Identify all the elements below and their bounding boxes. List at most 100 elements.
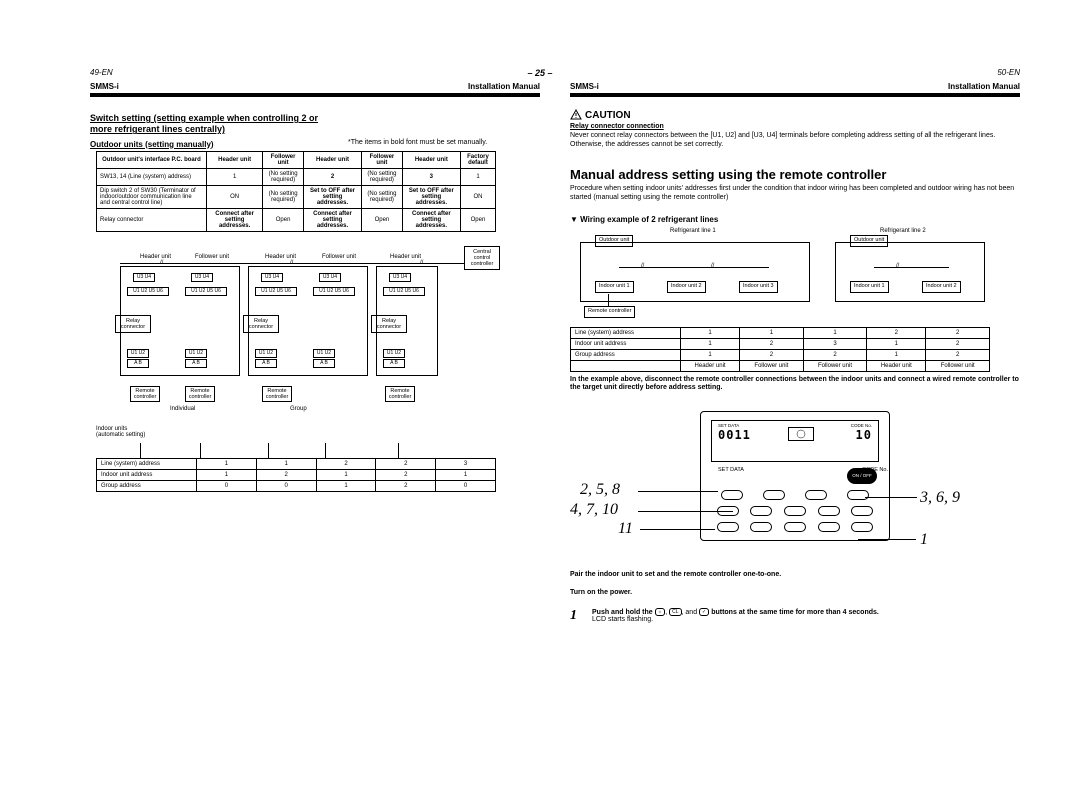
terminal-box: A B (255, 359, 277, 368)
wiring-group: Outdoor unit Indoor unit 1 Indoor unit 2… (580, 242, 810, 302)
outdoor-unit-box: Outdoor unit (595, 235, 633, 247)
unit-group: U3 U4 U1 U2 U5 U6 U3 U4 U1 U2 U5 U6 Rela… (120, 266, 240, 376)
example-note: In the example above, disconnect the rem… (570, 376, 1020, 393)
caution-subtitle: Relay connector connection (570, 123, 664, 130)
pair-note: Pair the indoor unit to set and the remo… (570, 571, 1020, 579)
addr-cell: 0 (197, 480, 257, 491)
addr-label: Line (system) address (97, 458, 197, 469)
step-1: 1 Push and hold the ☼, CL, and ✓ buttons… (570, 608, 1020, 624)
terminal-box: A B (313, 359, 335, 368)
settings-cell: Open (263, 208, 303, 231)
relay-connector-box: Relay connector (115, 315, 151, 333)
remote-btn (847, 490, 869, 500)
remote-box: Remote controller (385, 386, 415, 402)
remote-btn (818, 506, 840, 516)
addr-cell: Follower unit (803, 360, 867, 371)
remote-btn (750, 506, 772, 516)
callout-c: 11 (618, 520, 633, 538)
right-section-body: Procedure when setting indoor units' add… (570, 185, 1020, 203)
settings-cell: 1 (206, 168, 262, 185)
table-row: Header unitFollower unitFollower unitHea… (571, 360, 990, 371)
settings-row: Dip switch 2 of SW30 (Terminator of indo… (97, 185, 496, 208)
settings-hdr: Header unit (402, 151, 460, 168)
settings-cell: (No setting required) (263, 168, 303, 185)
settings-cell: (No setting required) (362, 168, 402, 185)
remote-box: Remote controller (185, 386, 215, 402)
callout-e: 1 (920, 531, 928, 549)
addr-cell: 2 (926, 327, 990, 338)
remote-btn (721, 490, 743, 500)
terminal-box: U3 U4 (319, 273, 341, 282)
addr-cell: 1 (867, 338, 926, 349)
settings-cell: Connect after setting addresses. (402, 208, 460, 231)
manual-label: Installation Manual (948, 82, 1020, 91)
caution-text: CAUTION (585, 110, 631, 121)
settings-row: SW13, 14 (Line (system) address) 1 (No s… (97, 168, 496, 185)
addr-cell: 1 (316, 480, 376, 491)
remote-btn (784, 506, 806, 516)
onoff-button: ON / OFF (852, 473, 872, 478)
lcd-left-value: 0011 (718, 428, 751, 442)
indoor-unit-box: Indoor unit 1 (595, 281, 634, 293)
remote-btn (805, 490, 827, 500)
addr-cell: 2 (376, 469, 436, 480)
terminal-box: U1 U2 (313, 349, 335, 358)
wiring-subtitle: ▼ Wiring example of 2 refrigerant lines (570, 215, 1020, 224)
addr-cell: 2 (867, 327, 926, 338)
caution-paragraph: Never connect relay connectors between t… (570, 132, 995, 148)
addr-cell: 1 (803, 327, 867, 338)
indoor-unit-box: Indoor unit 3 (739, 281, 778, 293)
addr-cell: 1 (256, 458, 316, 469)
settings-hdr: Follower unit (362, 151, 402, 168)
terminal-box: U1 U2 U5 U6 (185, 287, 227, 296)
settings-cell: Open (362, 208, 402, 231)
unit-label: Follower unit (322, 254, 356, 260)
terminal-box: U1 U2 U5 U6 (255, 287, 297, 296)
remote-btn (784, 522, 806, 532)
addr-label: Group address (97, 480, 197, 491)
terminal-box: A B (127, 359, 149, 368)
indoor-note: Indoor units (automatic setting) (96, 426, 145, 439)
button-icon: ✓ (699, 608, 709, 616)
callout-d: 3, 6, 9 (920, 489, 960, 507)
refrigerant-label: Refrigerant line 1 (670, 228, 716, 234)
settings-cell: 3 (402, 168, 460, 185)
unit-label: Header unit (140, 254, 171, 260)
left-section-title: Switch setting (setting example when con… (90, 113, 330, 136)
settings-cell: Set to OFF after setting addresses. (303, 185, 361, 208)
table-row: Group address 0 0 1 2 0 (97, 480, 496, 491)
terminal-box: U1 U2 (185, 349, 207, 358)
remote-btn (717, 522, 739, 532)
terminal-box: U3 U4 (261, 273, 283, 282)
table-row: Group address12212 (571, 349, 990, 360)
addr-cell: 1 (436, 469, 496, 480)
lcd-right-value: 10 (851, 428, 872, 442)
button-icon: CL (669, 608, 681, 616)
addr-cell: 2 (256, 469, 316, 480)
addr-cell: 1 (867, 349, 926, 360)
terminal-box: U1 U2 (383, 349, 405, 358)
header-rule (570, 93, 1020, 97)
addr-cell: 2 (376, 458, 436, 469)
indoor-unit-box: Indoor unit 2 (922, 281, 961, 293)
remote-controller-diagram: SET DATA 0011 CODE No. 10 ON / OFF (570, 411, 990, 561)
step-number: 1 (570, 608, 584, 624)
settings-cell: 2 (303, 168, 361, 185)
addr-cell: 2 (803, 349, 867, 360)
table-row: Indoor unit address12312 (571, 338, 990, 349)
fan-icon (795, 429, 807, 439)
left-wiring-diagram: Central control controller Header unit F… (90, 238, 500, 458)
smms-label: SMMS-i (90, 82, 119, 91)
remote-body: SET DATA 0011 CODE No. 10 ON / OFF (700, 411, 890, 541)
addr-cell: Follower unit (740, 360, 804, 371)
addr-label: Indoor unit address (571, 338, 681, 349)
settings-cell: ON (206, 185, 262, 208)
settings-cell: (No setting required) (263, 185, 303, 208)
caution-body: Relay connector connection Never connect… (570, 123, 1020, 149)
unit-label: Follower unit (195, 254, 229, 260)
remote-btn (750, 522, 772, 532)
terminal-box: U1 U2 U5 U6 (313, 287, 355, 296)
refrigerant-label: Refrigerant line 2 (880, 228, 926, 234)
settings-hdr: Outdoor unit's interface P.C. board (97, 151, 207, 168)
caution-heading: CAUTION (570, 109, 1020, 121)
